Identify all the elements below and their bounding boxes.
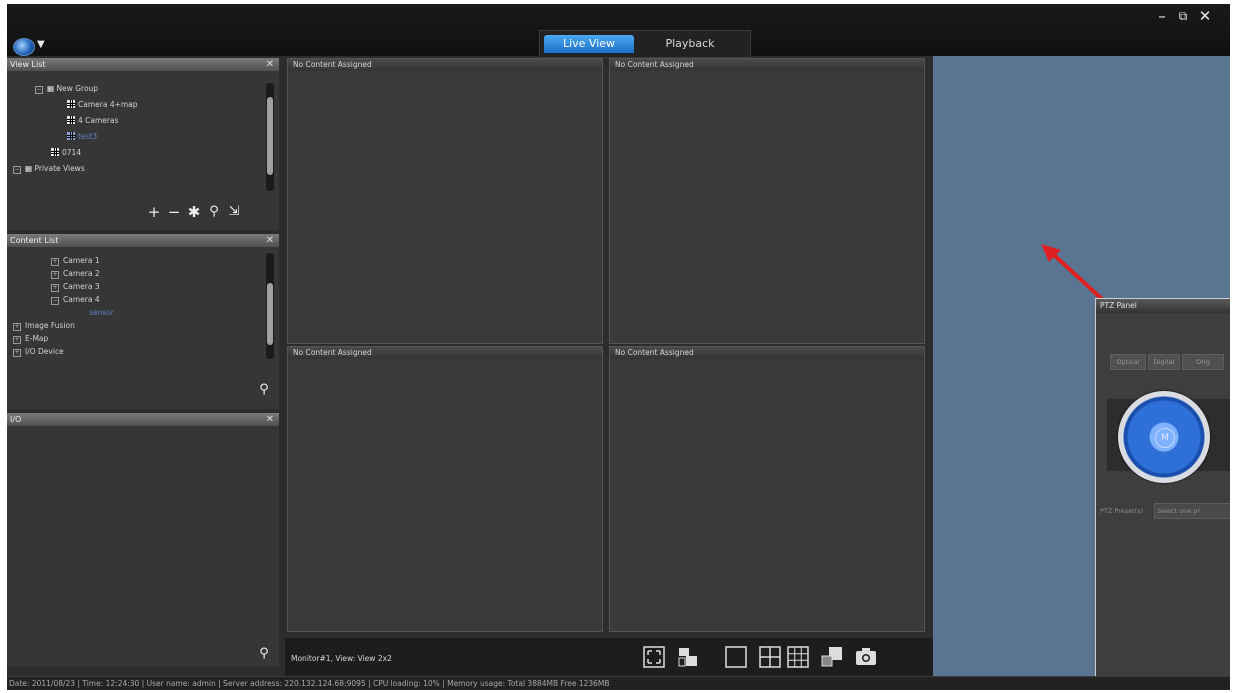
video-cell-label: No Content Assigned [293,348,372,357]
mode-tabs: Live View Playback [539,30,751,58]
tab-playback[interactable]: Playback [640,35,740,53]
expand-icon[interactable]: + [51,258,59,266]
video-cell-4[interactable]: No Content Assigned [609,346,925,632]
export-icon[interactable]: ⇲ [225,204,243,220]
vms-client-window: ▼ Live View Playback – ⧉ ✕ View List ✕ −… [7,4,1230,690]
expand-icon[interactable]: + [13,323,21,331]
search-icon[interactable]: ⚲ [255,646,273,662]
scrollbar-thumb[interactable] [267,283,273,345]
collapse-icon[interactable]: − [51,297,59,305]
tree-item-camera-4[interactable]: − Camera 4 [51,294,100,305]
ptz-tab-original[interactable]: Orig [1182,354,1224,370]
tab-live-view[interactable]: Live View [544,35,634,53]
tree-item-test3[interactable]: test3 [67,131,97,142]
grid-view-icon [67,100,75,108]
view-list-header: View List ✕ [7,58,279,71]
tree-item-private-views[interactable]: − ▦ Private Views [13,163,85,174]
minimize-icon[interactable]: – [1154,8,1170,24]
grid-view-icon [67,132,75,140]
status-bar: Date: 2011/08/23 | Time: 12:24:30 | User… [7,676,1230,690]
video-cell-header: No Content Assigned [610,347,924,359]
video-cell-header: No Content Assigned [288,347,602,359]
video-cell-label: No Content Assigned [293,60,372,69]
tree-item-e-map[interactable]: + E-Map [13,333,48,344]
layout-3x3-icon[interactable] [787,646,809,668]
chevron-down-icon[interactable]: ▼ [37,38,51,52]
tree-item-sensor[interactable]: sensor [89,307,114,318]
expand-icon[interactable]: + [51,271,59,279]
custom-layout-icon[interactable] [821,646,843,668]
content-list-header: Content List ✕ [7,234,279,247]
close-icon[interactable]: ✕ [266,413,274,426]
tree-item-camera-4-map[interactable]: Camera 4+map [67,99,138,110]
io-panel: I/O ✕ ⚲ [7,413,279,667]
remove-icon[interactable]: − [165,204,183,220]
layout-2x2-icon[interactable] [759,646,781,668]
video-cell-3[interactable]: No Content Assigned [287,346,603,632]
search-icon[interactable]: ⚲ [255,382,273,398]
video-cell-header: No Content Assigned [610,59,924,71]
tree-item-camera-2[interactable]: + Camera 2 [51,268,100,279]
ptz-tab-optical[interactable]: Optical [1110,354,1146,370]
ptz-panel: PTZ Panel Optical Digital Orig M PTZ Pre… [1095,298,1230,678]
view-list-title: View List [10,60,46,69]
tree-item-io-device[interactable]: + I/O Device [13,346,64,357]
close-icon[interactable]: ✕ [266,58,274,71]
collapse-icon[interactable]: − [13,166,21,174]
snapshot-camera-icon[interactable] [855,646,877,668]
video-cell-2[interactable]: No Content Assigned [609,58,925,344]
expand-icon[interactable]: + [13,336,21,344]
view-list-panel: View List ✕ − ▦ New Group Camera 4+map 4 … [7,58,279,230]
tree-item-0714[interactable]: 0714 [51,147,81,158]
folder-icon: ▦ [47,84,55,93]
ptz-panel-title: PTZ Panel [1096,299,1230,313]
tree-item-new-group[interactable]: − ▦ New Group [35,83,98,94]
ptz-joystick[interactable]: M [1118,391,1210,483]
video-cell-header: No Content Assigned [288,59,602,71]
bottom-toolbar: Monitor#1, View: View 2x2 [285,638,933,676]
fullscreen-icon[interactable] [643,646,665,668]
settings-icon[interactable]: ✱ [185,204,203,220]
grid-view-icon [67,116,75,124]
swap-view-icon[interactable] [677,646,699,668]
title-bar: ▼ Live View Playback – ⧉ ✕ [7,4,1230,58]
io-header: I/O ✕ [7,413,279,426]
content-list-panel: Content List ✕ + Camera 1 + Camera 2 + Came… [7,234,279,409]
grid-view-icon [51,148,59,156]
close-icon[interactable]: ✕ [266,234,274,247]
ptz-tab-digital[interactable]: Digital [1148,354,1180,370]
search-icon[interactable]: ⚲ [205,204,223,220]
tree-item-camera-1[interactable]: + Camera 1 [51,255,100,266]
ptz-preset-select[interactable]: Select one pr [1154,503,1230,519]
tree-item-image-fusion[interactable]: + Image Fusion [13,320,75,331]
expand-icon[interactable]: + [51,284,59,292]
monitor-label: Monitor#1, View: View 2x2 [291,654,392,663]
scrollbar-thumb[interactable] [267,97,273,175]
app-logo-icon[interactable] [13,38,35,56]
video-cell-1[interactable]: No Content Assigned [287,58,603,344]
ptz-joystick-center[interactable]: M [1155,428,1175,448]
content-list-scrollbar[interactable] [266,253,274,359]
io-body: ⚲ [7,426,279,667]
add-icon[interactable]: + [145,204,163,220]
restore-icon[interactable]: ⧉ [1175,8,1191,24]
collapse-icon[interactable]: − [35,86,43,94]
view-list-body: − ▦ New Group Camera 4+map 4 Cameras test… [7,71,279,230]
tree-item-camera-3[interactable]: + Camera 3 [51,281,100,292]
content-list-body: + Camera 1 + Camera 2 + Camera 3 − Camera 4 … [7,247,279,409]
close-icon[interactable]: ✕ [1197,8,1213,24]
video-cell-label: No Content Assigned [615,60,694,69]
io-title: I/O [10,415,22,424]
ptz-preset-label: PTZ Preset(s) [1100,507,1144,515]
video-cell-label: No Content Assigned [615,348,694,357]
layout-1x1-icon[interactable] [725,646,747,668]
folder-icon: ▦ [25,164,33,173]
view-list-scrollbar[interactable] [266,83,274,191]
annotation-arrow-icon [1041,244,1105,302]
content-list-title: Content List [10,236,59,245]
tree-item-4-cameras[interactable]: 4 Cameras [67,115,119,126]
expand-icon[interactable]: + [13,349,21,357]
